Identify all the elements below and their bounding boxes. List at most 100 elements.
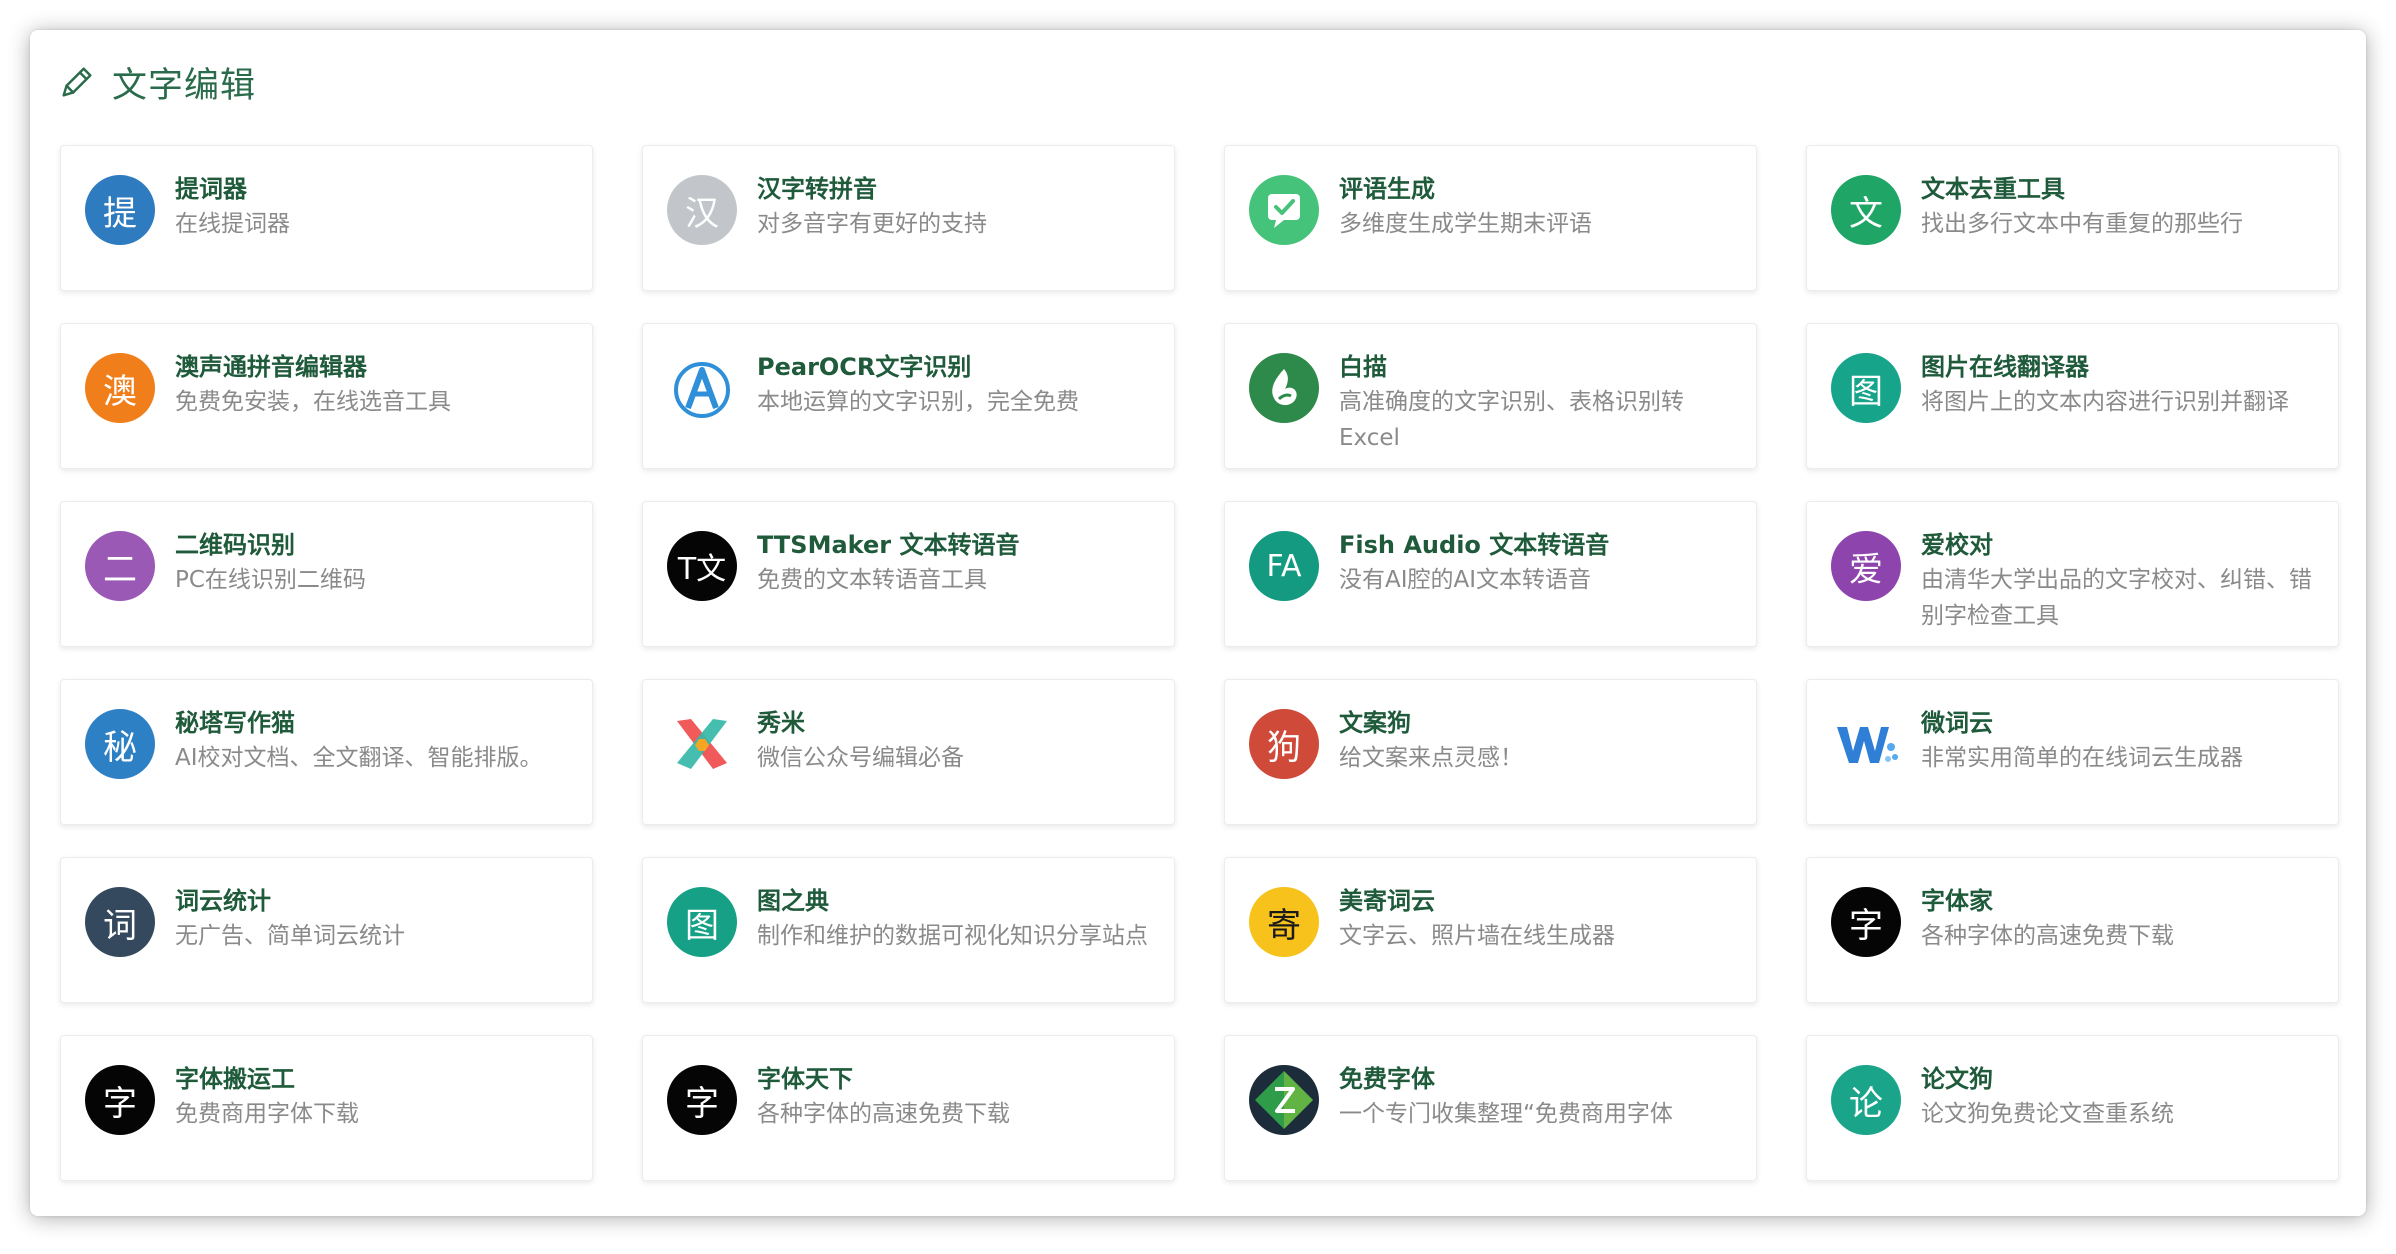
tool-logo-glyph: 字 xyxy=(1849,905,1883,946)
tools-panel: 文字编辑 提提词器 在线提词器汉汉字转拼音 对多音字有更好的支持 评语生成 多维度生成学… xyxy=(30,30,2366,1216)
tool-card[interactable]: 图图片在线翻译器 将图片上的文本内容进行识别并翻译 xyxy=(1806,323,2339,469)
tool-logo-icon: 图 xyxy=(667,887,737,957)
tool-logo-glyph: 字 xyxy=(685,1083,719,1124)
section-title: 文字编辑 xyxy=(112,65,257,106)
tool-card[interactable]: 二 二维码识别 PC在线识别二维码 xyxy=(60,501,593,647)
tool-logo-glyph: 二 xyxy=(103,549,137,590)
tool-description: 无广告、简单词云统计 xyxy=(175,923,405,949)
tool-card[interactable]: 字字体搬运工 免费商用字体下载 xyxy=(60,1035,593,1181)
tool-logo-glyph: 提 xyxy=(103,193,137,234)
tool-description: 一个专门收集整理“免费商用字体 xyxy=(1339,1101,1673,1127)
tool-card[interactable]: 论论文狗论文狗免费论文查重系统 xyxy=(1806,1035,2339,1181)
tool-logo-glyph: 图 xyxy=(1849,371,1883,412)
tool-card[interactable]: 汉汉字转拼音 对多音字有更好的支持 xyxy=(642,145,1175,291)
tool-card[interactable]: 秘 秘塔写作猫 AI校对文档、全文翻译、智能排版。 xyxy=(60,679,593,825)
tool-logo-icon: 论 xyxy=(1831,1065,1901,1135)
tool-name[interactable]: 评语生成 xyxy=(1339,172,1736,206)
tool-description: 给文案来点灵感！ xyxy=(1339,745,1523,771)
tool-name[interactable]: 爱校对 xyxy=(1921,528,2318,562)
tool-name[interactable]: 词云统计 xyxy=(175,884,572,918)
tool-logo-icon: 爱 xyxy=(1831,531,1901,601)
tool-name[interactable]: 论文狗 xyxy=(1921,1062,2318,1096)
tool-card[interactable]: 字字体天下 各种字体的高速免费下载 xyxy=(642,1035,1175,1181)
chat-check-icon xyxy=(1249,175,1319,245)
tool-description: 文字云、照片墙在线生成器 xyxy=(1339,923,1615,949)
tool-text: 字体天下各种字体的高速免费下载 xyxy=(757,1062,1154,1132)
tool-description: 各种字体的高速免费下载 xyxy=(1921,923,2174,949)
tool-description: 本地运算的文字识别，完全免费 xyxy=(757,389,1079,415)
tool-name[interactable]: 澳声通拼音编辑器 xyxy=(175,350,572,384)
tool-name[interactable]: Fish Audio 文本转语音 xyxy=(1339,528,1736,562)
tool-card[interactable]: 寄美寄词云 文字云、照片墙在线生成器 xyxy=(1224,857,1757,1003)
tool-name[interactable]: 二维码识别 xyxy=(175,528,572,562)
tool-card[interactable]: 提提词器 在线提词器 xyxy=(60,145,593,291)
tool-logo-glyph: 爱 xyxy=(1849,549,1883,590)
tool-card[interactable]: 字字体家 各种字体的高速免费下载 xyxy=(1806,857,2339,1003)
tool-card[interactable]: 狗文案狗 给文案来点灵感！ xyxy=(1224,679,1757,825)
tool-logo-glyph: 字 xyxy=(103,1083,137,1124)
tool-name[interactable]: 白描 xyxy=(1339,350,1736,384)
tool-card[interactable]: T文 TTSMaker 文本转语音 免费的文本转语音工具 xyxy=(642,501,1175,647)
tool-description: 微信公众号编辑必备 xyxy=(757,745,964,771)
tool-name[interactable]: 微词云 xyxy=(1921,706,2318,740)
tool-name[interactable]: 图片在线翻译器 xyxy=(1921,350,2318,384)
tool-card[interactable]: PearOCR文字识别本地运算的文字识别，完全免费 xyxy=(642,323,1175,469)
tool-text: 图片在线翻译器将图片上的文本内容进行识别并翻译 xyxy=(1921,350,2318,420)
tool-description: 将图片上的文本内容进行识别并翻译 xyxy=(1921,389,2289,415)
tool-card[interactable]: 秀米微信公众号编辑必备 xyxy=(642,679,1175,825)
tool-name[interactable]: 图之典 xyxy=(757,884,1154,918)
tool-name[interactable]: 文本去重工具 xyxy=(1921,172,2318,206)
pencil-icon xyxy=(62,67,92,97)
tool-text: 澳声通拼音编辑器 免费免安装，在线选音工具 xyxy=(175,350,572,420)
tool-name[interactable]: 汉字转拼音 xyxy=(757,172,1154,206)
tool-logo-icon: FA xyxy=(1249,531,1319,601)
tool-logo-glyph: 澳 xyxy=(103,371,137,412)
tool-card[interactable]: 图图之典 制作和维护的数据可视化知识分享站点 xyxy=(642,857,1175,1003)
tool-logo-icon: 二 xyxy=(85,531,155,601)
tool-logo-glyph: T文 xyxy=(677,552,727,587)
tool-logo-icon: 秘 xyxy=(85,709,155,779)
tool-name[interactable]: 提词器 xyxy=(175,172,572,206)
tool-name[interactable]: 免费字体 xyxy=(1339,1062,1736,1096)
tool-card[interactable]: 爱爱校对 由清华大学出品的文字校对、纠错、错别字检查工具 xyxy=(1806,501,2339,647)
tool-text: 秀米微信公众号编辑必备 xyxy=(757,706,1154,776)
tool-name[interactable]: 秘塔写作猫 xyxy=(175,706,572,740)
tool-logo-glyph: 狗 xyxy=(1267,727,1301,768)
tool-name[interactable]: 美寄词云 xyxy=(1339,884,1736,918)
tool-text: 字体家各种字体的高速免费下载 xyxy=(1921,884,2318,954)
tool-card[interactable]: FA Fish Audio 文本转语音没有AI腔的AI文本转语音 xyxy=(1224,501,1757,647)
tool-name[interactable]: 字体天下 xyxy=(757,1062,1154,1096)
tool-description: 各种字体的高速免费下载 xyxy=(757,1101,1010,1127)
tool-description: 没有AI腔的AI文本转语音 xyxy=(1339,567,1592,593)
tool-text: 词云统计无广告、简单词云统计 xyxy=(175,884,572,954)
tool-name[interactable]: 字体家 xyxy=(1921,884,2318,918)
diamond-z-icon xyxy=(1249,1065,1319,1135)
tool-text: 评语生成 多维度生成学生期末评语 xyxy=(1339,172,1736,242)
tool-name[interactable]: PearOCR文字识别 xyxy=(757,350,1154,384)
tool-text: 爱校对 由清华大学出品的文字校对、纠错、错别字检查工具 xyxy=(1921,528,2318,634)
tool-card[interactable]: 词词云统计 无广告、简单词云统计 xyxy=(60,857,593,1003)
tool-card[interactable]: 白描高准确度的文字识别、表格识别转Excel xyxy=(1224,323,1757,469)
tool-name[interactable]: 文案狗 xyxy=(1339,706,1736,740)
tool-logo-icon: 提 xyxy=(85,175,155,245)
tool-card[interactable]: 评语生成 多维度生成学生期末评语 xyxy=(1224,145,1757,291)
tool-logo-icon: 澳 xyxy=(85,353,155,423)
tool-card[interactable]: 澳澳声通拼音编辑器 免费免安装，在线选音工具 xyxy=(60,323,593,469)
tool-text: 二维码识别 PC在线识别二维码 xyxy=(175,528,572,598)
tool-card[interactable]: 免费字体一个专门收集整理“免费商用字体 xyxy=(1224,1035,1757,1181)
tool-name[interactable]: TTSMaker 文本转语音 xyxy=(757,528,1154,562)
tool-text: 文案狗给文案来点灵感！ xyxy=(1339,706,1736,776)
tool-name[interactable]: 秀米 xyxy=(757,706,1154,740)
tool-card[interactable]: 微词云 非常实用简单的在线词云生成器 xyxy=(1806,679,2339,825)
tool-text: 文本去重工具 找出多行文本中有重复的那些行 xyxy=(1921,172,2318,242)
tool-text: 免费字体一个专门收集整理“免费商用字体 xyxy=(1339,1062,1736,1132)
tool-logo-glyph: 汉 xyxy=(685,193,719,234)
tool-logo-glyph: 词 xyxy=(103,905,137,946)
tool-description: 高准确度的文字识别、表格识别转Excel xyxy=(1339,389,1684,451)
tool-description: 论文狗免费论文查重系统 xyxy=(1921,1101,2174,1127)
tool-name[interactable]: 字体搬运工 xyxy=(175,1062,572,1096)
pinwheel-icon xyxy=(667,709,737,779)
tool-card[interactable]: 文文本去重工具 找出多行文本中有重复的那些行 xyxy=(1806,145,2339,291)
leaf-icon xyxy=(1249,353,1319,423)
tool-logo-icon: 狗 xyxy=(1249,709,1319,779)
